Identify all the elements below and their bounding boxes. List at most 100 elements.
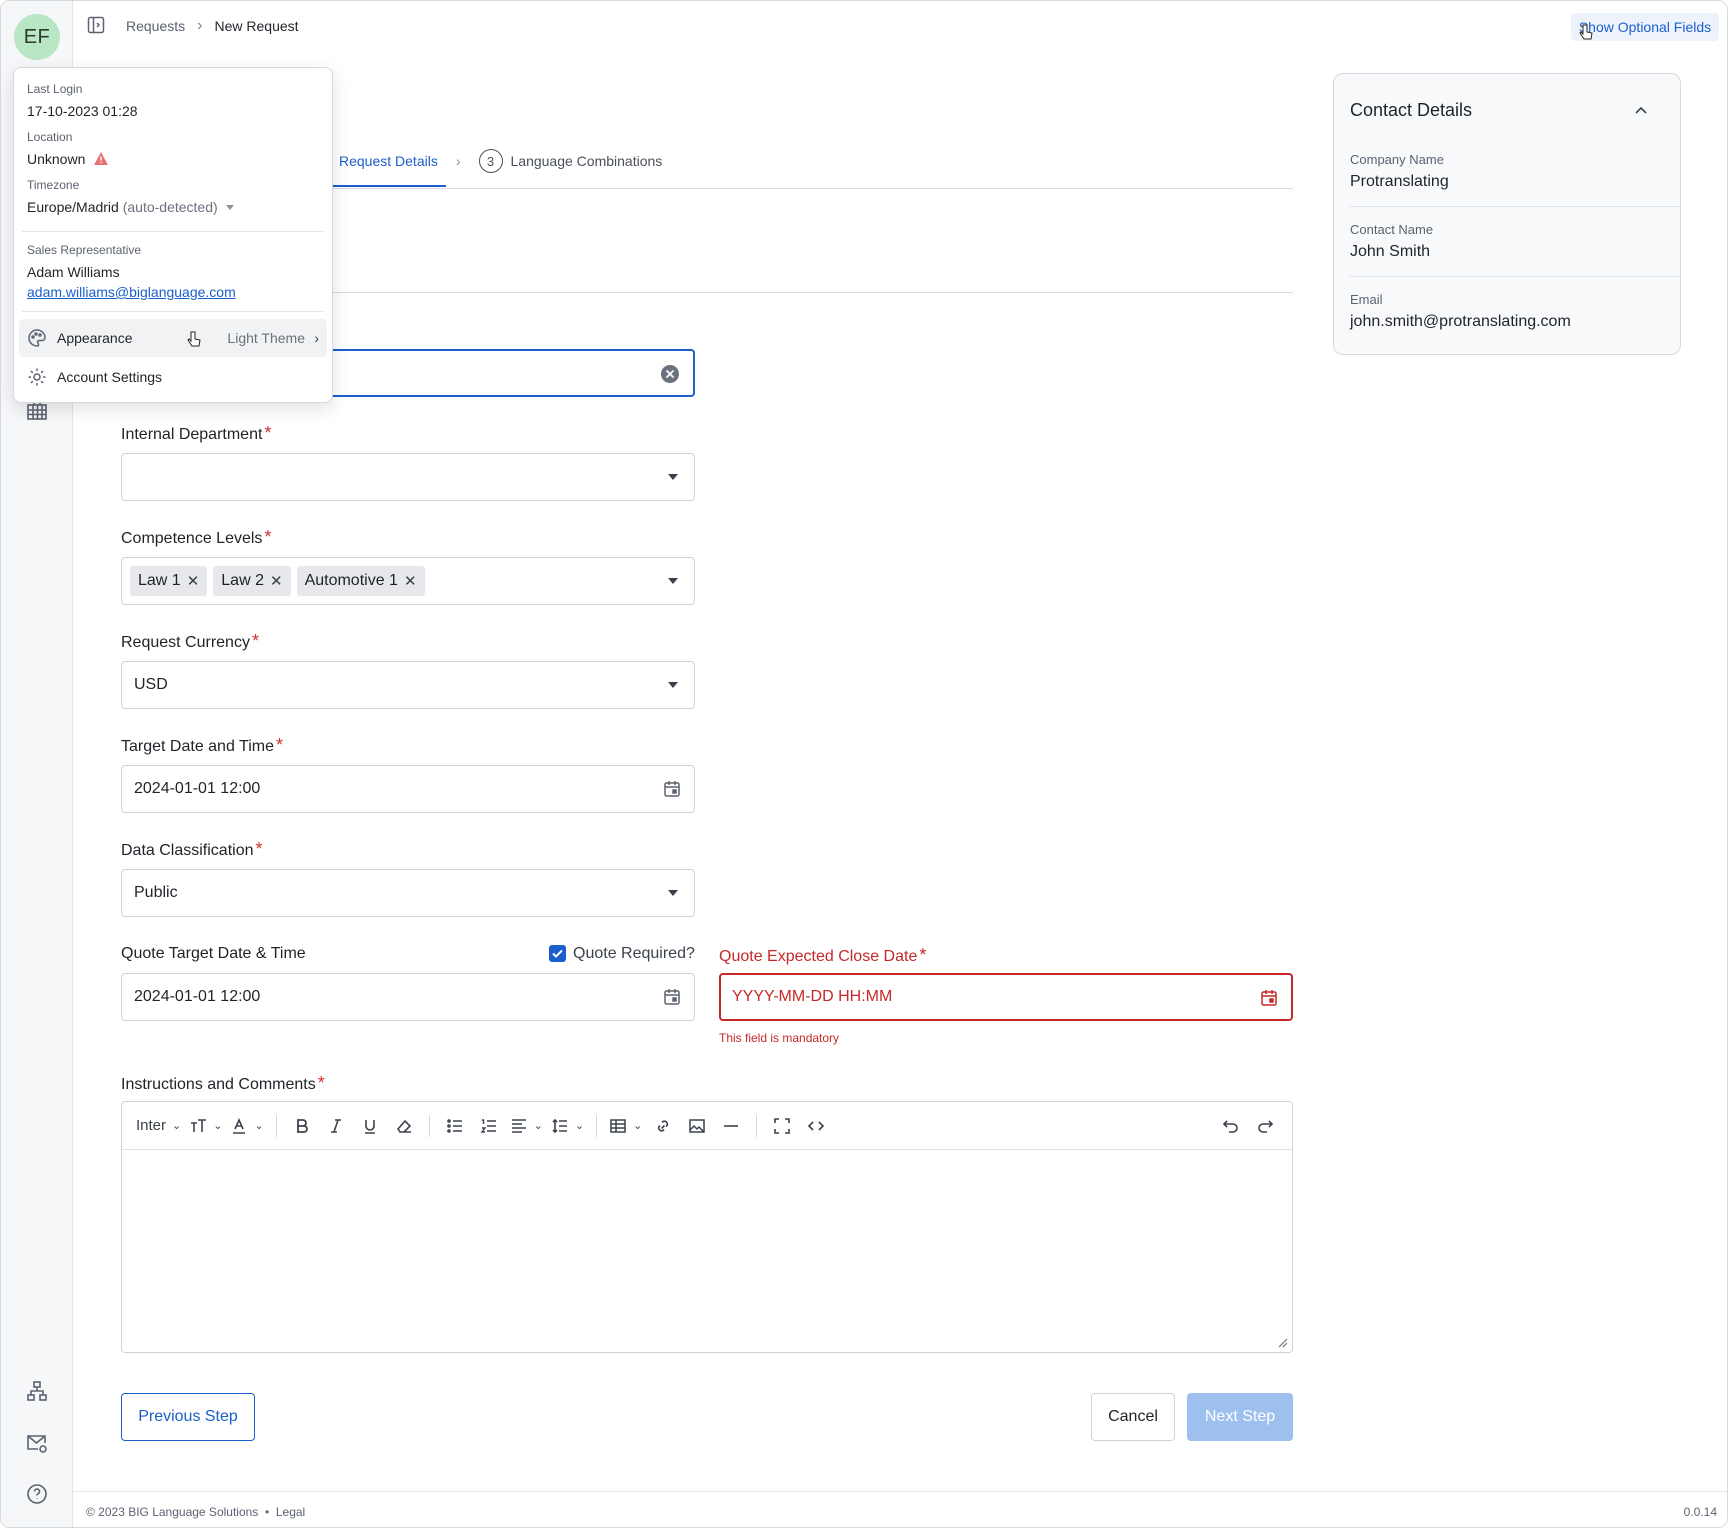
image-icon[interactable] xyxy=(680,1110,714,1142)
mail-settings-icon[interactable] xyxy=(25,1431,49,1455)
sidebar-toggle-icon[interactable] xyxy=(86,15,106,35)
code-view-icon[interactable] xyxy=(799,1110,833,1142)
app-window: EF Requests › New Request Show Optional … xyxy=(0,0,1728,1528)
quote-close-date-label: Quote Expected Close Date * xyxy=(719,945,927,965)
step-label: Language Combinations xyxy=(510,153,663,169)
chip-automotive-1: Automotive 1 ✕ xyxy=(296,566,425,596)
legal-link[interactable]: Legal xyxy=(276,1505,305,1519)
bold-icon[interactable] xyxy=(285,1110,319,1142)
breadcrumb-requests[interactable]: Requests xyxy=(126,18,185,34)
eraser-icon[interactable] xyxy=(387,1110,421,1142)
close-icon[interactable]: ✕ xyxy=(270,572,283,590)
hierarchy-icon[interactable] xyxy=(25,1379,49,1403)
caret-down-icon xyxy=(225,205,234,210)
quote-required-label: Quote Required? xyxy=(573,945,695,962)
location-label: Location xyxy=(27,130,73,144)
internal-department-label: Internal Department * xyxy=(121,423,272,443)
italic-icon[interactable] xyxy=(319,1110,353,1142)
chip-law-2: Law 2 ✕ xyxy=(213,566,291,596)
tab-request-details[interactable]: Request Details xyxy=(331,147,446,187)
calendar-icon[interactable] xyxy=(662,987,682,1007)
calendar-icon[interactable] xyxy=(1259,988,1279,1008)
font-family-select[interactable]: Inter ⌄ xyxy=(132,1110,185,1142)
palette-icon xyxy=(28,329,46,347)
menu-divider xyxy=(22,311,324,312)
card-title: Contact Details xyxy=(1350,100,1473,120)
target-date-label: Target Date and Time * xyxy=(121,735,283,755)
hand-cursor-icon xyxy=(1579,24,1593,40)
timezone-label: Timezone xyxy=(27,178,80,192)
resize-handle-icon[interactable] xyxy=(1276,1336,1288,1348)
internal-department-select[interactable] xyxy=(121,453,695,501)
hand-cursor-icon xyxy=(187,331,201,347)
line-height-icon[interactable]: ⌄ xyxy=(547,1110,588,1142)
data-classification-select[interactable]: Public xyxy=(121,869,695,917)
table-icon[interactable]: ⌄ xyxy=(605,1110,646,1142)
contact-details-card: Contact Details Company Name Protranslat… xyxy=(1333,73,1681,355)
chip-law-1: Law 1 ✕ xyxy=(130,566,208,596)
competence-levels-select[interactable]: Law 1 ✕ Law 2 ✕ Automotive 1 ✕ xyxy=(121,557,695,605)
caret-down-icon xyxy=(668,682,678,688)
close-icon[interactable]: ✕ xyxy=(404,572,417,590)
last-login-value: 17-10-2023 01:28 xyxy=(27,103,138,119)
editor-toolbar: Inter ⌄ ⌄ ⌄ ⌄ ⌄ ⌄ xyxy=(122,1102,1292,1150)
step-number: 3 xyxy=(478,149,503,173)
avatar[interactable]: EF xyxy=(14,14,60,60)
menu-item-account-settings[interactable]: Account Settings xyxy=(19,358,327,396)
numbered-list-icon[interactable] xyxy=(472,1110,506,1142)
chevron-up-icon[interactable] xyxy=(1632,102,1650,120)
redo-icon[interactable] xyxy=(1248,1110,1282,1142)
tab-language-combinations[interactable]: 3 Language Combinations xyxy=(478,149,663,185)
show-optional-fields-button[interactable]: Show Optional Fields xyxy=(1571,13,1719,41)
quote-required-checkbox[interactable] xyxy=(549,945,566,962)
underline-icon[interactable] xyxy=(353,1110,387,1142)
email-row: Email john.smith@protranslating.com xyxy=(1350,292,1571,330)
calendar-icon[interactable] xyxy=(662,779,682,799)
tab-divider xyxy=(331,188,1293,189)
gear-icon xyxy=(28,368,46,386)
horizontal-rule-icon[interactable] xyxy=(714,1110,748,1142)
stepper: Request Details › 3 Language Combination… xyxy=(331,147,662,187)
rich-text-editor[interactable]: Inter ⌄ ⌄ ⌄ ⌄ ⌄ ⌄ xyxy=(121,1101,1293,1353)
data-classification-label: Data Classification * xyxy=(121,839,263,859)
request-currency-select[interactable]: USD xyxy=(121,661,695,709)
quote-close-date-input[interactable]: YYYY-MM-DD HH:MM xyxy=(719,973,1293,1021)
contact-name-row: Contact Name John Smith xyxy=(1350,222,1434,260)
sales-rep-email-link[interactable]: adam.williams@biglanguage.com xyxy=(27,284,236,300)
bullet-list-icon[interactable] xyxy=(438,1110,472,1142)
help-icon[interactable] xyxy=(25,1482,49,1506)
fullscreen-icon[interactable] xyxy=(765,1110,799,1142)
font-size-icon[interactable]: ⌄ xyxy=(185,1110,226,1142)
competence-levels-label: Competence Levels * xyxy=(121,527,272,547)
chevron-right-icon: › xyxy=(455,153,461,169)
undo-icon[interactable] xyxy=(1214,1110,1248,1142)
toolbar-divider xyxy=(756,1114,758,1137)
close-icon[interactable]: ✕ xyxy=(187,572,200,590)
link-icon[interactable] xyxy=(646,1110,680,1142)
previous-step-button[interactable]: Previous Step xyxy=(121,1393,255,1441)
user-menu-popup: Last Login 17-10-2023 01:28 Location Unk… xyxy=(13,67,333,403)
clear-icon[interactable] xyxy=(659,363,681,385)
target-date-input[interactable]: 2024-01-01 12:00 xyxy=(121,765,695,813)
section-divider xyxy=(331,292,1293,293)
text-color-icon[interactable]: ⌄ xyxy=(226,1110,267,1142)
sales-rep-name: Adam Williams xyxy=(27,264,120,280)
card-divider xyxy=(1350,276,1680,277)
caret-down-icon xyxy=(668,890,678,896)
quote-target-date-input[interactable]: 2024-01-01 12:00 xyxy=(121,973,695,1021)
timezone-select[interactable]: Europe/Madrid (auto-detected) xyxy=(27,199,234,215)
error-message: This field is mandatory xyxy=(719,1031,840,1045)
cancel-button[interactable]: Cancel xyxy=(1091,1393,1175,1441)
chevron-right-icon: › xyxy=(314,330,319,346)
menu-item-appearance[interactable]: Appearance Light Theme › xyxy=(19,319,327,357)
footer-copyright: © 2023 BIG Language Solutions • Legal xyxy=(86,1505,306,1519)
footer: © 2023 BIG Language Solutions • Legal 0.… xyxy=(73,1491,1727,1527)
location-value: Unknown xyxy=(27,151,109,167)
last-login-label: Last Login xyxy=(27,82,83,96)
app-version: 0.0.14 xyxy=(1683,1505,1717,1519)
toolbar-divider xyxy=(428,1114,430,1137)
next-step-button[interactable]: Next Step xyxy=(1187,1393,1293,1441)
quote-target-date-label: Quote Target Date & Time xyxy=(121,945,306,962)
align-icon[interactable]: ⌄ xyxy=(506,1110,547,1142)
warning-icon xyxy=(94,152,109,165)
